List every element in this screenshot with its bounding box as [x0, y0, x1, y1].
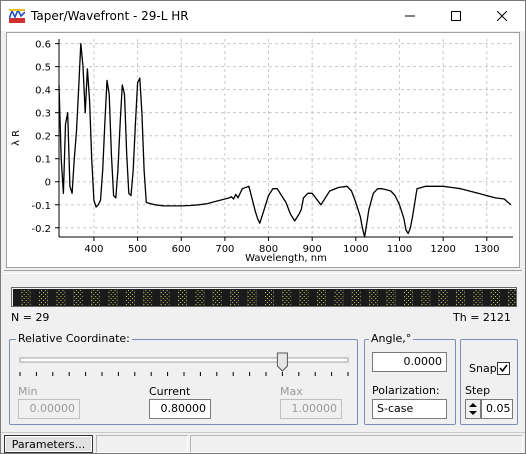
wavelength-chart[interactable]: 400 500 600 700 800 900 1000 1100 1200 1300-0.2-0…	[7, 33, 519, 267]
status-cell-2	[96, 435, 188, 453]
min-value-field: 0.00000	[18, 399, 80, 419]
y-tick-label: 0.4	[35, 86, 51, 97]
minimize-button[interactable]	[387, 1, 433, 31]
maximize-button[interactable]	[433, 1, 479, 31]
x-tick-label: 600	[172, 244, 191, 255]
y-tick-label: 0.1	[35, 155, 51, 166]
checkmark-icon	[499, 364, 508, 373]
relative-coordinate-group: Relative Coordinate: Min Current Max 0.0…	[9, 332, 358, 425]
close-icon	[497, 11, 507, 21]
y-tick-label: 0.3	[35, 109, 51, 120]
status-cell-3	[190, 435, 523, 453]
polarization-label: Polarization:	[372, 384, 440, 397]
slider-thumb	[276, 352, 288, 372]
min-label: Min	[18, 385, 38, 398]
window-title: Taper/Wavefront - 29-L HR	[31, 9, 189, 23]
close-button[interactable]	[479, 1, 525, 31]
layer-dark	[82, 289, 92, 306]
title-bar: Taper/Wavefront - 29-L HR	[1, 1, 525, 31]
snap-checkbox[interactable]	[497, 362, 510, 375]
layer-dark	[447, 289, 457, 306]
layer-dark	[238, 289, 248, 306]
layer-dark	[482, 289, 491, 306]
thickness-label: Th = 2121	[453, 311, 511, 324]
max-value-field: 1.00000	[280, 399, 342, 419]
step-field[interactable]: 0.05	[481, 399, 513, 419]
angle-group: Angle,° 0.0000 Polarization: S-case	[364, 332, 456, 425]
step-label: Step	[465, 384, 491, 397]
layer-dark	[377, 289, 387, 306]
layer-dark	[65, 289, 74, 306]
layer-dark	[412, 289, 422, 306]
x-tick-label: 1200	[430, 244, 455, 255]
layer-dark	[360, 289, 370, 306]
x-tick-label: 1100	[387, 244, 412, 255]
current-value-field[interactable]: 0.80000	[149, 399, 211, 419]
y-tick-label: -0.2	[31, 224, 51, 235]
layer-dark	[291, 289, 300, 306]
y-tick-label: -0.1	[31, 201, 51, 212]
plot-area[interactable]: 400 500 600 700 800 900 1000 1100 1200 1300 -0.2 -0…	[6, 32, 520, 268]
layer-strip[interactable]	[11, 287, 517, 307]
x-tick-label: 500	[128, 244, 147, 255]
maximize-icon	[451, 11, 461, 21]
minimize-icon	[405, 15, 415, 17]
layer-dark	[30, 289, 40, 306]
slider-track	[19, 357, 349, 363]
layer-dark	[395, 289, 405, 306]
layer-dark	[13, 289, 22, 306]
x-axis-label: Wavelength, nm	[245, 253, 327, 264]
angle-field[interactable]: 0.0000	[372, 352, 447, 372]
layer-count-label: N = 29	[11, 311, 50, 324]
layer-dark	[186, 289, 196, 306]
x-tick-label: 1000	[343, 244, 368, 255]
layer-dark	[273, 289, 283, 306]
angle-title: Angle,°	[369, 332, 414, 345]
polarization-field[interactable]: S-case	[372, 399, 447, 419]
max-label: Max	[280, 385, 303, 398]
spinner-arrows-icon	[469, 403, 477, 415]
snap-group: Snap Step 0.05	[460, 339, 518, 425]
layer-dark	[152, 289, 161, 306]
layer-dark	[221, 289, 231, 306]
layer-dark	[47, 289, 57, 306]
parameters-button[interactable]: Parameters...	[4, 435, 93, 453]
layer-dark	[499, 289, 509, 306]
status-bar: Parameters...	[1, 432, 525, 453]
x-tick-label: 400	[84, 244, 103, 255]
x-tick-label: 1300	[474, 244, 499, 255]
layer-dark	[169, 289, 179, 306]
snap-label: Snap	[469, 362, 497, 375]
layer-dark	[117, 289, 126, 306]
step-spinner[interactable]	[465, 399, 481, 419]
main-window: Taper/Wavefront - 29-L HR 400 500 600 700 80…	[0, 0, 526, 454]
coordinate-slider[interactable]	[18, 352, 352, 378]
relative-coordinate-title: Relative Coordinate:	[16, 332, 132, 345]
y-tick-label: 0.5	[35, 63, 51, 74]
layer-dark	[256, 289, 265, 306]
x-tick-label: 700	[215, 244, 234, 255]
y-tick-label: 0.6	[35, 40, 51, 51]
app-icon	[9, 9, 25, 23]
y-tick-label: 0	[45, 178, 51, 189]
layer-dark	[204, 289, 213, 306]
y-tick-label: 0.2	[35, 132, 51, 143]
layer-dark	[99, 289, 109, 306]
layer-dark	[308, 289, 318, 306]
splitter[interactable]	[4, 270, 522, 274]
layer-dark	[134, 289, 144, 306]
layer-dark	[430, 289, 439, 306]
layer-dark	[343, 289, 352, 306]
layer-dark	[464, 289, 474, 306]
y-axis-label: λ R	[11, 130, 22, 146]
current-label: Current	[149, 385, 191, 398]
layer-dark	[325, 289, 335, 306]
